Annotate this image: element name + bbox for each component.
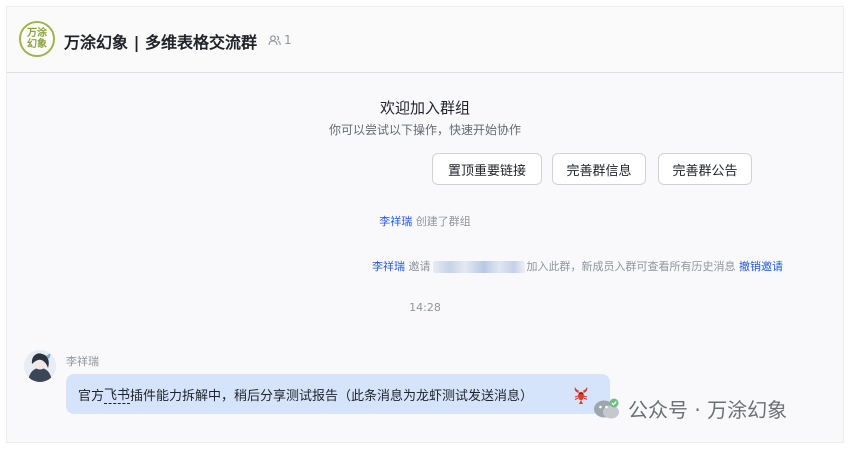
welcome-subtitle: 你可以尝试以下操作，快速开始协作 xyxy=(328,123,521,137)
message-linked-term[interactable]: 飞书 xyxy=(104,384,131,404)
invite-text: 加入此群，新成员入群可查看所有历史消息 xyxy=(526,260,736,273)
watermark: 公众号 · 万涂幻象 xyxy=(592,394,787,423)
message-text-rest: 插件能力拆解中，稍后分享测试报告（此条消息为龙虾测试发送消息） xyxy=(130,388,534,404)
created-text: 创建了群组 xyxy=(415,215,471,228)
wechat-official-account-icon xyxy=(592,396,622,422)
message-timestamp: 14:28 xyxy=(409,301,441,314)
invite-verb: 邀请 xyxy=(408,260,431,273)
group-title[interactable]: 万涂幻象 | 多维表格交流群 xyxy=(64,29,257,53)
sender-avatar[interactable] xyxy=(24,350,56,382)
chat-window: 万涂 幻象 万涂幻象 | 多维表格交流群 1 欢迎加入群组 你可以尝试以下操作，… xyxy=(6,6,844,443)
revoke-invite-link[interactable]: 撤销邀请 xyxy=(739,260,783,273)
group-avatar[interactable]: 万涂 幻象 xyxy=(19,21,55,57)
chat-header: 万涂 幻象 万涂幻象 | 多维表格交流群 1 xyxy=(7,7,843,73)
welcome-title: 欢迎加入群组 xyxy=(379,99,470,117)
creator-name-link[interactable]: 李祥瑞 xyxy=(379,215,412,228)
complete-group-info-button[interactable]: 完善群信息 xyxy=(552,153,646,185)
system-message-invite: 李祥瑞 邀请 加入此群，新成员入群可查看所有历史消息 撤销邀请 xyxy=(372,258,783,274)
group-avatar-line-2: 幻象 xyxy=(27,39,47,50)
system-message-created: 李祥瑞 创建了群组 xyxy=(7,213,843,229)
pin-links-button[interactable]: 置顶重要链接 xyxy=(432,153,542,185)
watermark-text: 公众号 · 万涂幻象 xyxy=(628,398,788,422)
member-count-button[interactable]: 1 xyxy=(268,33,292,47)
group-avatar-line-1: 万涂 xyxy=(27,28,47,39)
member-count-value: 1 xyxy=(284,33,292,47)
members-icon xyxy=(268,34,281,46)
redacted-invitee-names xyxy=(432,261,525,273)
lobster-icon[interactable] xyxy=(571,385,591,405)
message-bubble[interactable]: 官方 飞书 插件能力拆解中，稍后分享测试报告（此条消息为龙虾测试发送消息） xyxy=(66,374,610,414)
complete-group-notice-button[interactable]: 完善群公告 xyxy=(658,153,752,185)
message-text-start: 官方 xyxy=(78,388,105,404)
inviter-name-link[interactable]: 李祥瑞 xyxy=(372,260,405,273)
sender-name[interactable]: 李祥瑞 xyxy=(66,353,99,369)
